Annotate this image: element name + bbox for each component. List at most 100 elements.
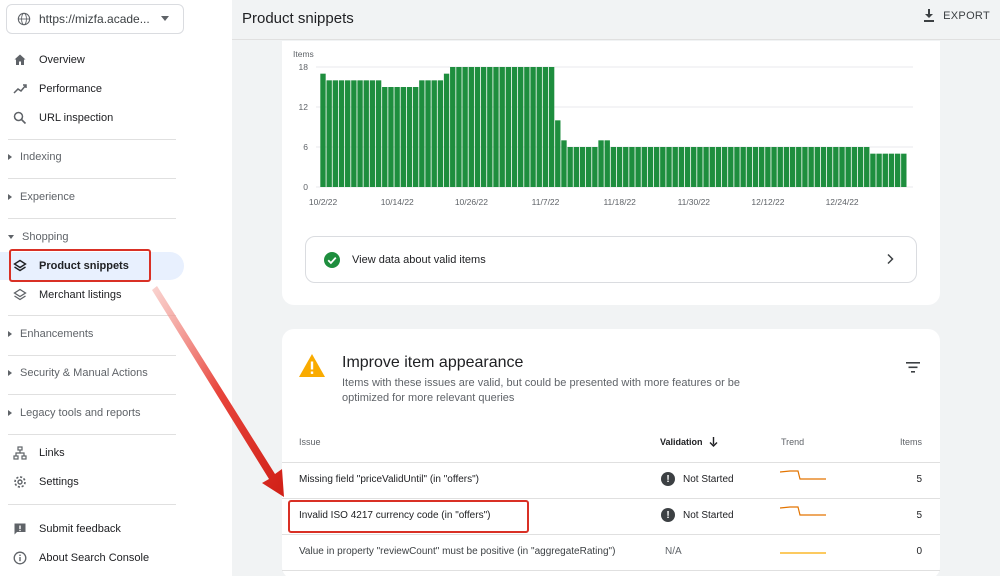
chart-bar[interactable] (345, 80, 351, 187)
chart-bar[interactable] (771, 147, 777, 187)
chart-bar[interactable] (412, 87, 419, 187)
chart-bar[interactable] (715, 147, 722, 187)
chart-bar[interactable] (882, 153, 888, 187)
chart-bar[interactable] (703, 147, 709, 187)
chart-bar[interactable] (480, 67, 487, 187)
chart-bar[interactable] (808, 147, 814, 187)
chart-bar[interactable] (635, 147, 641, 187)
chart-bar[interactable] (487, 67, 493, 187)
chart-bar[interactable] (425, 80, 431, 187)
chart-bar[interactable] (857, 147, 864, 187)
chart-bar[interactable] (870, 153, 876, 187)
chart-bar[interactable] (382, 87, 388, 187)
sidebar-item-performance[interactable]: Performance (0, 75, 102, 103)
chart-bar[interactable] (666, 147, 672, 187)
chart-bar[interactable] (468, 67, 474, 187)
sidebar-item-feedback[interactable]: Submit feedback (0, 515, 121, 543)
sidebar-item-overview[interactable]: Overview (0, 46, 85, 74)
chart-bar[interactable] (326, 80, 332, 187)
sidebar-group-enhancements[interactable]: Enhancements (0, 322, 93, 346)
sidebar-item-url-inspection[interactable]: URL inspection (0, 104, 113, 132)
chart-bar[interactable] (839, 147, 845, 187)
export-button[interactable]: EXPORT (923, 9, 990, 22)
chart-bar[interactable] (419, 80, 425, 187)
chart-bar[interactable] (796, 147, 802, 187)
chart-bar[interactable] (456, 67, 462, 187)
chart-bar[interactable] (833, 147, 839, 187)
sidebar-item-about[interactable]: About Search Console (0, 544, 149, 572)
chart-bar[interactable] (592, 147, 598, 187)
chart-bar[interactable] (610, 147, 617, 187)
chart-bar[interactable] (598, 140, 604, 187)
chart-bar[interactable] (530, 67, 536, 187)
chart-bar[interactable] (542, 67, 549, 187)
chart-bar[interactable] (672, 147, 678, 187)
sidebar-group-experience[interactable]: Experience (0, 185, 75, 209)
chart-bar[interactable] (518, 67, 524, 187)
property-selector[interactable]: https://mizfa.acade... (6, 4, 184, 34)
chart-bar[interactable] (573, 147, 580, 187)
chart-bar[interactable] (585, 147, 592, 187)
chart-bar[interactable] (826, 147, 833, 187)
chart-bar[interactable] (561, 140, 567, 187)
chart-bar[interactable] (864, 147, 870, 187)
chart-bar[interactable] (524, 67, 530, 187)
chart-bar[interactable] (777, 147, 783, 187)
chart-bar[interactable] (802, 147, 808, 187)
chart-bar[interactable] (691, 147, 697, 187)
chart-bar[interactable] (653, 147, 660, 187)
view-valid-items-row[interactable]: View data about valid items (305, 236, 917, 283)
chart-bar[interactable] (369, 80, 376, 187)
chart-bar[interactable] (437, 80, 444, 187)
chart-bar[interactable] (462, 67, 468, 187)
sidebar-item-links[interactable]: Links (0, 439, 65, 467)
chart-bar[interactable] (499, 67, 505, 187)
filter-icon[interactable] (906, 362, 920, 373)
chart-bar[interactable] (320, 73, 326, 187)
chart-bar[interactable] (400, 87, 407, 187)
chart-bar[interactable] (431, 80, 437, 187)
chart-bar[interactable] (845, 147, 851, 187)
chart-bar[interactable] (579, 147, 586, 187)
chart-bar[interactable] (740, 147, 746, 187)
sidebar-group-shopping[interactable]: Shopping (0, 225, 69, 249)
chart-bar[interactable] (394, 87, 400, 187)
chart-bar[interactable] (375, 80, 382, 187)
chart-bar[interactable] (851, 147, 858, 187)
chart-bar[interactable] (746, 147, 753, 187)
chart-bar[interactable] (901, 153, 907, 187)
chart-bar[interactable] (888, 153, 895, 187)
chart-bar[interactable] (332, 80, 339, 187)
chart-bar[interactable] (734, 147, 740, 187)
chart-bar[interactable] (728, 147, 734, 187)
chart-bar[interactable] (820, 147, 827, 187)
chart-bar[interactable] (351, 80, 357, 187)
chart-bar[interactable] (765, 147, 771, 187)
chart-bar[interactable] (647, 147, 654, 187)
chart-bar[interactable] (789, 147, 796, 187)
chart-bar[interactable] (814, 147, 820, 187)
chart-bar[interactable] (567, 147, 573, 187)
column-header-validation[interactable]: Validation (660, 437, 718, 447)
chart-bar[interactable] (616, 147, 623, 187)
chart-bar[interactable] (474, 67, 481, 187)
chart-bar[interactable] (876, 153, 882, 187)
chart-bar[interactable] (697, 147, 703, 187)
chart-bar[interactable] (511, 67, 518, 187)
chart-bar[interactable] (752, 147, 759, 187)
chart-bar[interactable] (505, 67, 512, 187)
chart-bar[interactable] (357, 80, 363, 187)
chart-bar[interactable] (660, 147, 666, 187)
sidebar-item-merchant-listings[interactable]: Merchant listings (0, 281, 122, 309)
chart-bar[interactable] (678, 147, 685, 187)
chart-bar[interactable] (759, 147, 765, 187)
chart-bar[interactable] (406, 87, 413, 187)
sidebar-group-legacy[interactable]: Legacy tools and reports (0, 401, 140, 425)
chart-bar[interactable] (388, 87, 394, 187)
sidebar-group-security[interactable]: Security & Manual Actions (0, 361, 148, 385)
chart-bar[interactable] (555, 120, 561, 187)
chart-bar[interactable] (443, 73, 450, 187)
sidebar-group-indexing[interactable]: Indexing (0, 145, 62, 169)
chart-bar[interactable] (536, 67, 542, 187)
chart-bar[interactable] (721, 147, 728, 187)
